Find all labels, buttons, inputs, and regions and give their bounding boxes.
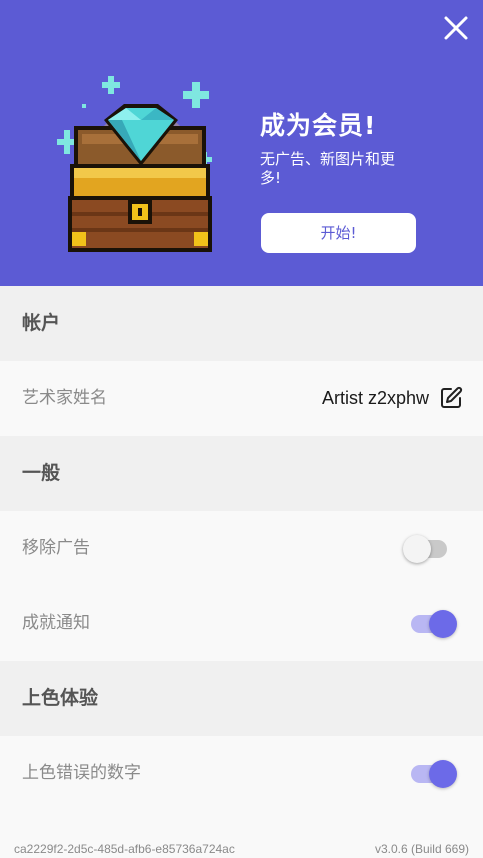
color-errors-toggle[interactable] [411,760,457,788]
toggle-knob [429,610,457,638]
artist-name-label: 艺术家姓名 [22,388,107,408]
promo-subtitle: 无广告、新图片和更多! [260,150,396,187]
achievement-notification-toggle[interactable] [411,610,457,638]
app-version: v3.0.6 (Build 669) [374,842,469,856]
remove-ads-toggle[interactable] [403,535,447,563]
edit-icon[interactable] [439,386,463,410]
close-icon[interactable] [440,12,472,44]
section-coloring: 上色体验 [0,661,483,736]
section-general: 一般 [0,436,483,511]
device-id: ca2229f2-2d5c-485d-afb6-e85736a724ac [14,842,235,856]
treasure-chest-icon [57,76,212,252]
start-button[interactable]: 开始! [261,213,416,253]
premium-banner: 成为会员! 无广告、新图片和更多! 开始! [0,0,483,286]
promo-title: 成为会员! [260,111,377,140]
artist-name-row[interactable]: 艺术家姓名 Artist z2xphw [0,361,483,436]
artist-name-value: Artist z2xphw [321,388,429,408]
section-title: 帐户 [22,312,61,334]
section-account: 帐户 [0,286,483,361]
section-title: 上色体验 [22,687,99,709]
achievement-notification-label: 成就通知 [22,613,90,633]
toggle-knob [403,535,431,563]
section-title: 一般 [22,462,61,484]
color-errors-label: 上色错误的数字 [22,763,141,783]
remove-ads-label: 移除广告 [22,538,90,558]
toggle-knob [429,760,457,788]
